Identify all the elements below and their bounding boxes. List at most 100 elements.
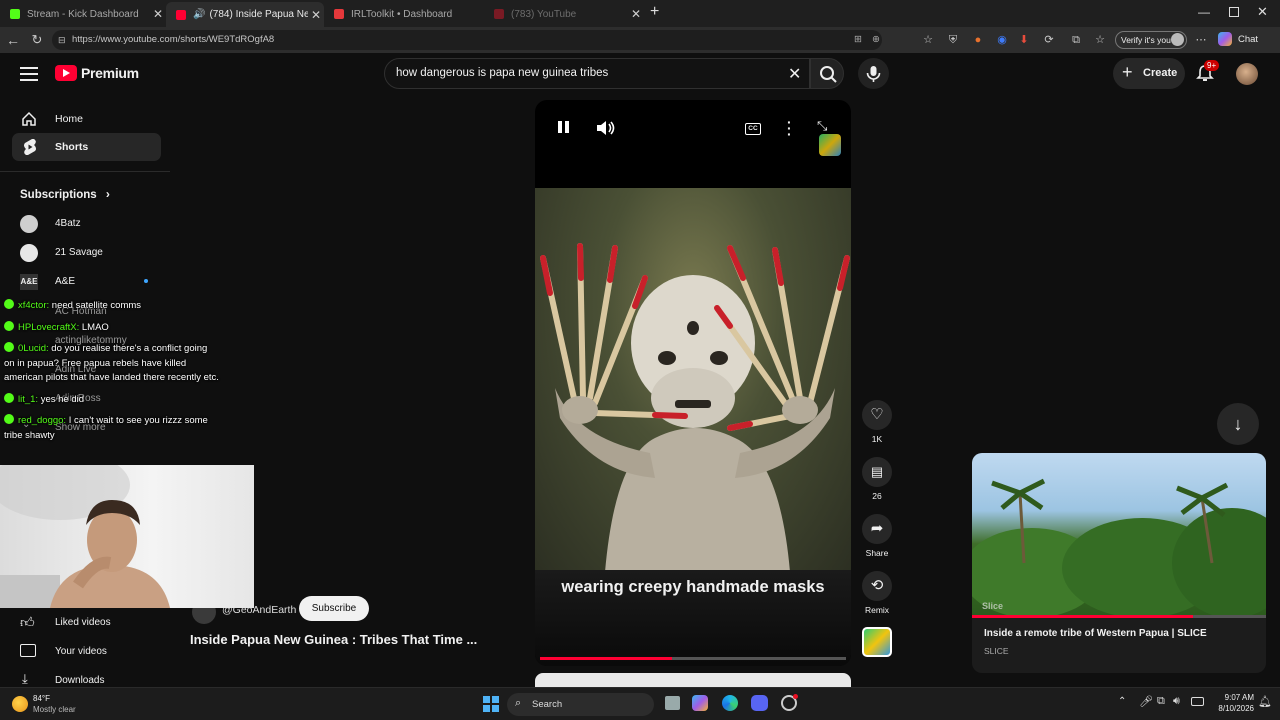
favorite-star-icon[interactable]: ☆ — [920, 32, 936, 48]
progress-fill — [540, 657, 672, 660]
comments-button[interactable]: ▤ 26 — [862, 457, 892, 501]
next-short-preview[interactable] — [535, 673, 851, 687]
subscriptions-heading[interactable]: Subscriptions › — [20, 187, 110, 201]
clock-date[interactable]: 8/10/2026 — [1208, 704, 1254, 713]
notification-badge: 9+ — [1204, 60, 1220, 71]
youtube-logo-icon[interactable] — [55, 65, 77, 81]
weather-icon[interactable] — [12, 696, 28, 712]
split-screen-icon[interactable]: ⧉ — [1068, 32, 1084, 48]
extension-icon[interactable]: ⛨ — [945, 32, 961, 48]
pause-icon[interactable] — [558, 121, 562, 133]
close-tab-icon[interactable]: ✕ — [628, 7, 644, 21]
share-icon: ➦ — [862, 514, 892, 544]
voice-search-button[interactable] — [858, 58, 889, 89]
thumbs-up-icon: 👍︎ — [20, 614, 35, 630]
avatar — [20, 244, 38, 262]
watched-bar — [972, 615, 1266, 618]
sound-thumbnail[interactable] — [862, 627, 892, 657]
minimize-icon[interactable]: — — [1198, 5, 1210, 19]
tab-irltoolkit[interactable]: IRLToolkit • Dashboard — [324, 3, 484, 25]
video-title[interactable]: Inside Papua New Guinea : Tribes That Ti… — [190, 632, 510, 647]
copilot-taskbar-icon[interactable] — [692, 695, 708, 711]
chevron-right-icon: › — [105, 187, 110, 201]
download-icon[interactable]: ⬇ — [1016, 32, 1032, 48]
speaker-icon[interactable]: 🔊 — [193, 9, 205, 20]
start-button[interactable] — [483, 696, 499, 712]
favorites-icon[interactable]: ☆ — [1092, 32, 1108, 48]
mic-tray-icon[interactable]: 🎤︎ — [1139, 695, 1153, 708]
next-video-button[interactable]: ↓ — [1217, 403, 1259, 445]
account-avatar[interactable] — [1236, 63, 1258, 85]
jungle-image — [972, 478, 1266, 618]
volume-icon[interactable] — [596, 120, 616, 136]
volume-tray-icon[interactable]: 🔊︎ — [1173, 695, 1180, 708]
address-bar[interactable]: ⊟ https://www.youtube.com/shorts/WE9TdRO… — [52, 30, 882, 50]
edge-browser-icon[interactable] — [722, 695, 738, 711]
verify-button[interactable]: Verify it's you — [1115, 31, 1187, 49]
captions-icon[interactable]: CC — [745, 123, 761, 135]
back-icon[interactable]: ← — [5, 32, 21, 48]
battery-tray-icon[interactable] — [1191, 697, 1204, 706]
extension-blue-icon[interactable]: ◉ — [994, 32, 1010, 48]
kick-badge-icon — [4, 392, 14, 403]
restore-icon[interactable] — [1229, 7, 1239, 17]
tab-inside-papua[interactable]: 🔊 (784) Inside Papua New Guinea ✕ — [166, 2, 324, 27]
clock-time[interactable]: 9:07 AM — [1208, 693, 1254, 702]
discord-icon[interactable] — [751, 695, 768, 711]
tab-youtube[interactable]: (783) YouTube ✕ — [484, 3, 644, 25]
extensions-puzzle-icon[interactable]: ⟳ — [1041, 32, 1057, 48]
chat-button[interactable]: Chat — [1238, 34, 1258, 45]
youtube-premium-logo[interactable]: Premium — [81, 65, 139, 81]
notifications-button[interactable]: 9+ — [1196, 60, 1220, 82]
zoom-icon[interactable]: ⊕ — [872, 30, 880, 50]
apps-icon[interactable]: ⊞ — [854, 30, 862, 50]
copilot-icon[interactable] — [1218, 32, 1232, 46]
kick-badge-icon — [4, 320, 14, 331]
share-button[interactable]: ➦ Share — [862, 514, 892, 558]
weather-condition[interactable]: Mostly clear — [33, 705, 76, 714]
sidebar-item-shorts[interactable]: Shorts — [12, 133, 161, 161]
tray-expand-icon[interactable]: ⌃ — [1118, 696, 1126, 707]
fullscreen-icon[interactable]: ⤡ — [817, 118, 827, 134]
site-info-icon[interactable]: ⊟ — [58, 30, 66, 50]
like-button[interactable]: ♡ 1K — [862, 400, 892, 444]
tab-kick-dashboard[interactable]: Stream - Kick Dashboard ✕ — [0, 3, 166, 25]
weather-temp[interactable]: 84°F — [33, 694, 50, 703]
extension-brave-icon[interactable]: ● — [970, 32, 986, 48]
subscribe-button[interactable]: Subscribe — [299, 596, 369, 621]
clear-search-icon[interactable]: ✕ — [788, 64, 801, 84]
task-view-icon[interactable] — [665, 696, 680, 710]
avatar — [20, 215, 38, 233]
remix-button[interactable]: ⟲ Remix — [862, 571, 892, 615]
reload-icon[interactable]: ↻ — [29, 32, 45, 48]
search-button[interactable] — [810, 58, 844, 89]
sidebar-divider — [0, 171, 170, 172]
related-thumbnail: Slice — [972, 453, 1266, 618]
download-arrow-icon: ⤓ — [22, 671, 28, 686]
close-tab-icon[interactable]: ✕ — [308, 8, 324, 22]
progress-track[interactable] — [540, 657, 846, 660]
recording-dot — [793, 694, 798, 699]
new-tab-icon[interactable]: + — [650, 3, 666, 21]
close-window-icon[interactable]: ✕ — [1257, 4, 1268, 20]
kick-badge-icon — [4, 299, 14, 309]
youtube-favicon-icon — [176, 9, 186, 20]
related-title[interactable]: Inside a remote tribe of Western Papua |… — [984, 628, 1207, 639]
taskbar-search[interactable]: ⌕ Search — [507, 693, 654, 716]
kick-badge-icon — [4, 414, 14, 424]
search-input[interactable]: how dangerous is papa new guinea tribes … — [384, 58, 810, 89]
more-menu-icon[interactable]: ⋯ — [1193, 32, 1209, 48]
close-tab-icon[interactable]: ✕ — [150, 7, 166, 21]
related-video-card[interactable]: Slice Inside a remote tribe of Western P… — [972, 453, 1266, 673]
youtube-favicon-icon — [494, 9, 504, 19]
create-button[interactable]: + Create — [1113, 58, 1185, 89]
youtube-page: Premium how dangerous is papa new guinea… — [0, 53, 1280, 687]
more-options-icon[interactable]: · · · — [787, 115, 792, 141]
sidebar-item-home[interactable]: Home — [12, 105, 162, 134]
related-channel[interactable]: SLICE — [984, 646, 1009, 656]
menu-icon[interactable] — [20, 67, 38, 81]
browser-toolbar: ← ↻ ⊟ https://www.youtube.com/shorts/WE9… — [0, 27, 1280, 53]
shorts-player[interactable]: CC · · · ⤡ wearing creepy handmade masks — [535, 100, 851, 666]
network-tray-icon[interactable]: ⧉ — [1157, 695, 1165, 708]
notification-center-icon[interactable]: 🔔︎ — [1258, 695, 1272, 708]
